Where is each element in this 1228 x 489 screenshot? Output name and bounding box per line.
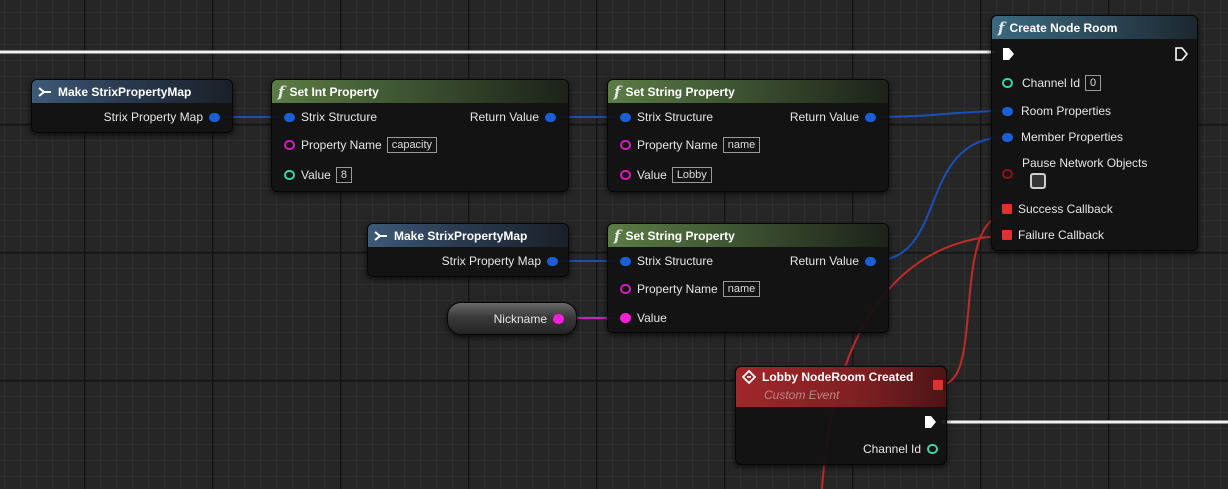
node-title: Set String Property: [625, 84, 735, 99]
function-icon: f: [614, 226, 621, 245]
struct-wire-setstring2-to-memberprops: [872, 136, 1008, 262]
create-node-room-node[interactable]: f Create Node Room Channel Id 0 Room Pro…: [991, 15, 1198, 251]
string-value-pin-connected[interactable]: [620, 313, 631, 323]
string-input-pin[interactable]: [284, 140, 295, 150]
strix-structure-label: Strix Structure: [301, 110, 378, 124]
delegate-output-pin[interactable]: [933, 380, 943, 390]
set-string-property-node-2[interactable]: f Set String Property Strix Structure Re…: [607, 223, 889, 333]
value-field[interactable]: 8: [335, 167, 352, 183]
node-header: f Set String Property: [608, 80, 888, 103]
function-icon: f: [998, 18, 1005, 37]
node-subtitle: Custom Event: [764, 388, 840, 402]
property-name-field[interactable]: capacity: [386, 137, 438, 153]
output-label: Strix Property Map: [103, 110, 203, 124]
property-name-field[interactable]: name: [722, 281, 761, 297]
return-value-label: Return Value: [789, 254, 859, 268]
string-output-pin[interactable]: [553, 314, 564, 324]
strix-structure-label: Strix Structure: [637, 110, 714, 124]
node-title: Set Int Property: [289, 84, 379, 99]
set-string-property-node-1[interactable]: f Set String Property Strix Structure Re…: [607, 79, 889, 192]
node-header: f Set String Property: [608, 224, 888, 247]
int-input-pin[interactable]: [1002, 78, 1013, 88]
node-header: Make StrixPropertyMap: [32, 80, 232, 103]
nickname-variable-node[interactable]: Nickname: [447, 302, 577, 335]
struct-wire-setstring1-to-roomprops: [872, 110, 1008, 118]
node-header: Make StrixPropertyMap: [368, 224, 568, 247]
node-title: Set String Property: [625, 228, 735, 243]
success-callback-label: Success Callback: [1018, 202, 1113, 216]
int-input-pin[interactable]: [284, 170, 295, 180]
node-title: Create Node Room: [1009, 20, 1118, 35]
string-value-pin[interactable]: [620, 170, 631, 180]
function-icon: f: [278, 82, 285, 101]
set-int-property-node[interactable]: f Set Int Property Strix Structure Retur…: [271, 79, 569, 192]
output-label: Strix Property Map: [441, 254, 541, 268]
return-value-pin[interactable]: [545, 112, 556, 122]
struct-input-pin[interactable]: [620, 256, 631, 266]
node-title: Make StrixPropertyMap: [394, 228, 528, 243]
value-label: Value: [637, 168, 667, 182]
node-title: Lobby NodeRoom Created: [762, 370, 914, 384]
pause-network-objects-checkbox[interactable]: [1030, 173, 1046, 189]
node-header: Lobby NodeRoom Created Custom Event: [736, 367, 946, 407]
int-output-pin[interactable]: [927, 444, 938, 454]
property-name-label: Property Name: [637, 282, 718, 296]
room-properties-pin[interactable]: [1002, 106, 1013, 116]
member-properties-pin[interactable]: [1002, 132, 1013, 142]
string-input-pin[interactable]: [620, 284, 631, 294]
return-value-label: Return Value: [789, 110, 859, 124]
make-struct-icon: [38, 86, 51, 97]
success-callback-pin[interactable]: [1002, 204, 1012, 214]
bool-input-pin[interactable]: [1002, 169, 1013, 179]
failure-callback-label: Failure Callback: [1018, 228, 1105, 242]
channel-id-label: Channel Id: [862, 442, 921, 456]
struct-input-pin[interactable]: [620, 112, 631, 122]
failure-callback-pin[interactable]: [1002, 230, 1012, 240]
property-name-label: Property Name: [637, 138, 718, 152]
variable-label: Nickname: [493, 312, 547, 326]
make-property-map-node-2[interactable]: Make StrixPropertyMap Strix Property Map: [367, 223, 569, 277]
property-name-label: Property Name: [301, 138, 382, 152]
member-properties-label: Member Properties: [1021, 130, 1124, 144]
value-field[interactable]: Lobby: [671, 167, 712, 183]
channel-id-label: Channel Id: [1022, 76, 1081, 90]
make-property-map-node-1[interactable]: Make StrixPropertyMap Strix Property Map: [31, 79, 233, 133]
struct-input-pin[interactable]: [284, 112, 295, 122]
exec-input-pin[interactable]: [1001, 47, 1015, 61]
return-value-label: Return Value: [469, 110, 539, 124]
value-label: Value: [637, 311, 667, 325]
custom-event-node[interactable]: Lobby NodeRoom Created Custom Event Chan…: [735, 366, 947, 465]
strix-structure-label: Strix Structure: [637, 254, 714, 268]
struct-output-pin[interactable]: [209, 112, 220, 122]
exec-output-pin[interactable]: [923, 415, 937, 429]
node-header: f Set Int Property: [272, 80, 568, 103]
return-value-pin[interactable]: [865, 256, 876, 266]
return-value-pin[interactable]: [865, 112, 876, 122]
property-name-field[interactable]: name: [722, 137, 761, 153]
node-header: f Create Node Room: [992, 16, 1197, 39]
pause-network-objects-label: Pause Network Objects: [1022, 156, 1148, 170]
value-label: Value: [301, 168, 331, 182]
exec-output-pin[interactable]: [1174, 47, 1188, 61]
string-input-pin[interactable]: [620, 140, 631, 150]
channel-id-field[interactable]: 0: [1085, 75, 1102, 91]
room-properties-label: Room Properties: [1021, 104, 1112, 118]
node-title: Make StrixPropertyMap: [58, 84, 192, 99]
struct-output-pin[interactable]: [547, 256, 558, 266]
function-icon: f: [614, 82, 621, 101]
event-diamond-icon: [742, 370, 756, 384]
make-struct-icon: [374, 230, 387, 241]
